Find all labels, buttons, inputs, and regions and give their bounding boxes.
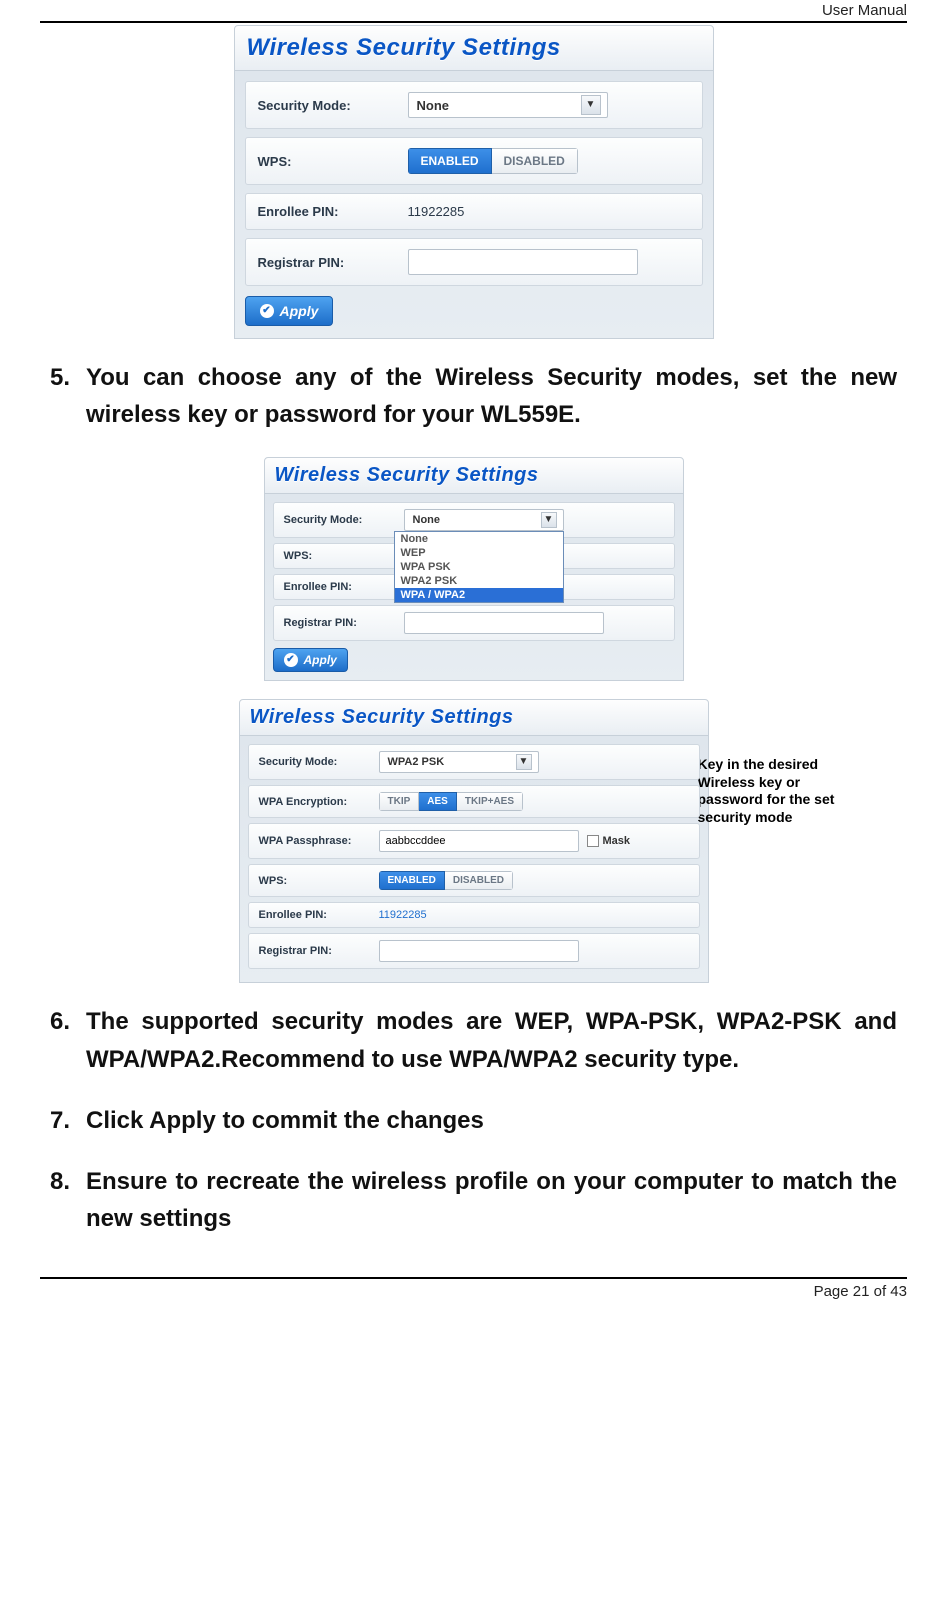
fig3-security-mode-row: Security Mode: WPA2 PSK ▼: [248, 744, 700, 780]
chevron-down-icon[interactable]: ▼: [516, 754, 532, 770]
fig2-registrar-row: Registrar PIN:: [273, 605, 675, 641]
step-8-text: Ensure to recreate the wireless profile …: [86, 1168, 897, 1232]
encryption-toggle: TKIP AES TKIP+AES: [379, 792, 524, 811]
enrollee-pin-label: Enrollee PIN:: [258, 204, 408, 219]
fig3-encryption-row: WPA Encryption: TKIP AES TKIP+AES: [248, 785, 700, 818]
encryption-aes-button[interactable]: AES: [419, 792, 457, 811]
step-7-num: 7.: [50, 1102, 70, 1139]
security-mode-select[interactable]: WPA2 PSK ▼: [379, 751, 539, 773]
option-wpa-psk[interactable]: WPA PSK: [395, 560, 563, 574]
option-wpa2-psk[interactable]: WPA2 PSK: [395, 574, 563, 588]
step-7: 7. Click Apply to commit the changes: [50, 1102, 897, 1139]
step-8: 8. Ensure to recreate the wireless profi…: [50, 1163, 897, 1237]
chevron-down-icon[interactable]: ▼: [581, 95, 601, 115]
fig3-passphrase-row: WPA Passphrase: Mask: [248, 823, 700, 859]
mask-checkbox[interactable]: [587, 835, 599, 847]
wps-disabled-button[interactable]: DISABLED: [492, 148, 578, 174]
passphrase-input[interactable]: [379, 830, 579, 852]
security-mode-label: Security Mode:: [259, 756, 379, 768]
wps-label: WPS:: [284, 550, 404, 562]
passphrase-annotation: Key in the desired Wireless key or passw…: [698, 756, 868, 826]
passphrase-label: WPA Passphrase:: [259, 835, 379, 847]
fig1-wps-row: WPS: ENABLED DISABLED: [245, 137, 703, 185]
fig2-panel: Wireless Security Settings Security Mode…: [264, 457, 684, 681]
option-wpa-wpa2[interactable]: WPA / WPA2: [395, 588, 563, 602]
check-icon: ✔: [260, 304, 274, 318]
fig1-registrar-row: Registrar PIN:: [245, 238, 703, 286]
check-icon: ✔: [284, 653, 298, 667]
fig3-registrar-row: Registrar PIN:: [248, 933, 700, 969]
enrollee-pin-value: 11922285: [379, 909, 689, 921]
fig3-panel: Wireless Security Settings Key in the de…: [239, 699, 709, 983]
fig1-enrollee-row: Enrollee PIN: 11922285: [245, 193, 703, 230]
enrollee-pin-value: 11922285: [408, 204, 690, 219]
encryption-tkip-button[interactable]: TKIP: [379, 792, 420, 811]
enrollee-pin-label: Enrollee PIN:: [284, 581, 404, 593]
security-mode-dropdown: None WEP WPA PSK WPA2 PSK WPA / WPA2: [394, 531, 564, 603]
security-mode-value: None: [417, 98, 450, 113]
fig1-panel: Wireless Security Settings Security Mode…: [234, 25, 714, 339]
registrar-pin-input[interactable]: [404, 612, 604, 634]
fig1-title: Wireless Security Settings: [234, 25, 714, 71]
step-6-text: The supported security modes are WEP, WP…: [86, 1008, 897, 1072]
fig3-enrollee-row: Enrollee PIN: 11922285: [248, 902, 700, 928]
fig2-security-mode-row: Security Mode: None ▼ None WEP WPA PSK W…: [273, 502, 675, 538]
registrar-pin-input[interactable]: [408, 249, 638, 275]
wps-enabled-button[interactable]: ENABLED: [408, 148, 492, 174]
security-mode-value: None: [413, 514, 441, 526]
step-5-text: You can choose any of the Wireless Secur…: [86, 364, 897, 428]
step-5-num: 5.: [50, 359, 70, 396]
header-rule: [40, 21, 907, 23]
wps-enabled-button[interactable]: ENABLED: [379, 871, 445, 890]
encryption-tkip-aes-button[interactable]: TKIP+AES: [457, 792, 523, 811]
fig2-title: Wireless Security Settings: [264, 457, 684, 494]
wps-toggle: ENABLED DISABLED: [379, 871, 513, 890]
step-6: 6. The supported security modes are WEP,…: [50, 1003, 897, 1077]
step-5: 5. You can choose any of the Wireless Se…: [50, 359, 897, 433]
apply-button-label: Apply: [304, 653, 337, 667]
encryption-label: WPA Encryption:: [259, 796, 379, 808]
fig3-wps-row: WPS: ENABLED DISABLED: [248, 864, 700, 897]
security-mode-label: Security Mode:: [284, 514, 404, 526]
option-wep[interactable]: WEP: [395, 546, 563, 560]
registrar-pin-label: Registrar PIN:: [259, 945, 379, 957]
apply-button[interactable]: ✔ Apply: [245, 296, 334, 326]
registrar-pin-label: Registrar PIN:: [258, 255, 408, 270]
mask-label: Mask: [603, 835, 631, 847]
security-mode-select[interactable]: None ▼: [408, 92, 608, 118]
registrar-pin-input[interactable]: [379, 940, 579, 962]
wps-disabled-button[interactable]: DISABLED: [445, 871, 513, 890]
mask-checkbox-wrap: Mask: [587, 835, 631, 847]
fig3-title: Wireless Security Settings: [239, 699, 709, 736]
enrollee-pin-label: Enrollee PIN:: [259, 909, 379, 921]
footer-page-label: Page 21 of 43: [40, 1279, 907, 1310]
registrar-pin-label: Registrar PIN:: [284, 617, 404, 629]
fig1-security-mode-row: Security Mode: None ▼: [245, 81, 703, 129]
apply-button-label: Apply: [280, 303, 319, 319]
wps-toggle: ENABLED DISABLED: [408, 148, 578, 174]
chevron-down-icon[interactable]: ▼: [541, 512, 557, 528]
wps-label: WPS:: [259, 875, 379, 887]
step-7-text: Click Apply to commit the changes: [86, 1107, 484, 1134]
apply-button[interactable]: ✔ Apply: [273, 648, 348, 672]
header-doc-label: User Manual: [40, 0, 907, 21]
step-6-num: 6.: [50, 1003, 70, 1040]
security-mode-label: Security Mode:: [258, 98, 408, 113]
option-none[interactable]: None: [395, 532, 563, 546]
step-8-num: 8.: [50, 1163, 70, 1200]
wps-label: WPS:: [258, 154, 408, 169]
security-mode-select[interactable]: None ▼: [404, 509, 564, 531]
security-mode-value: WPA2 PSK: [388, 756, 445, 768]
